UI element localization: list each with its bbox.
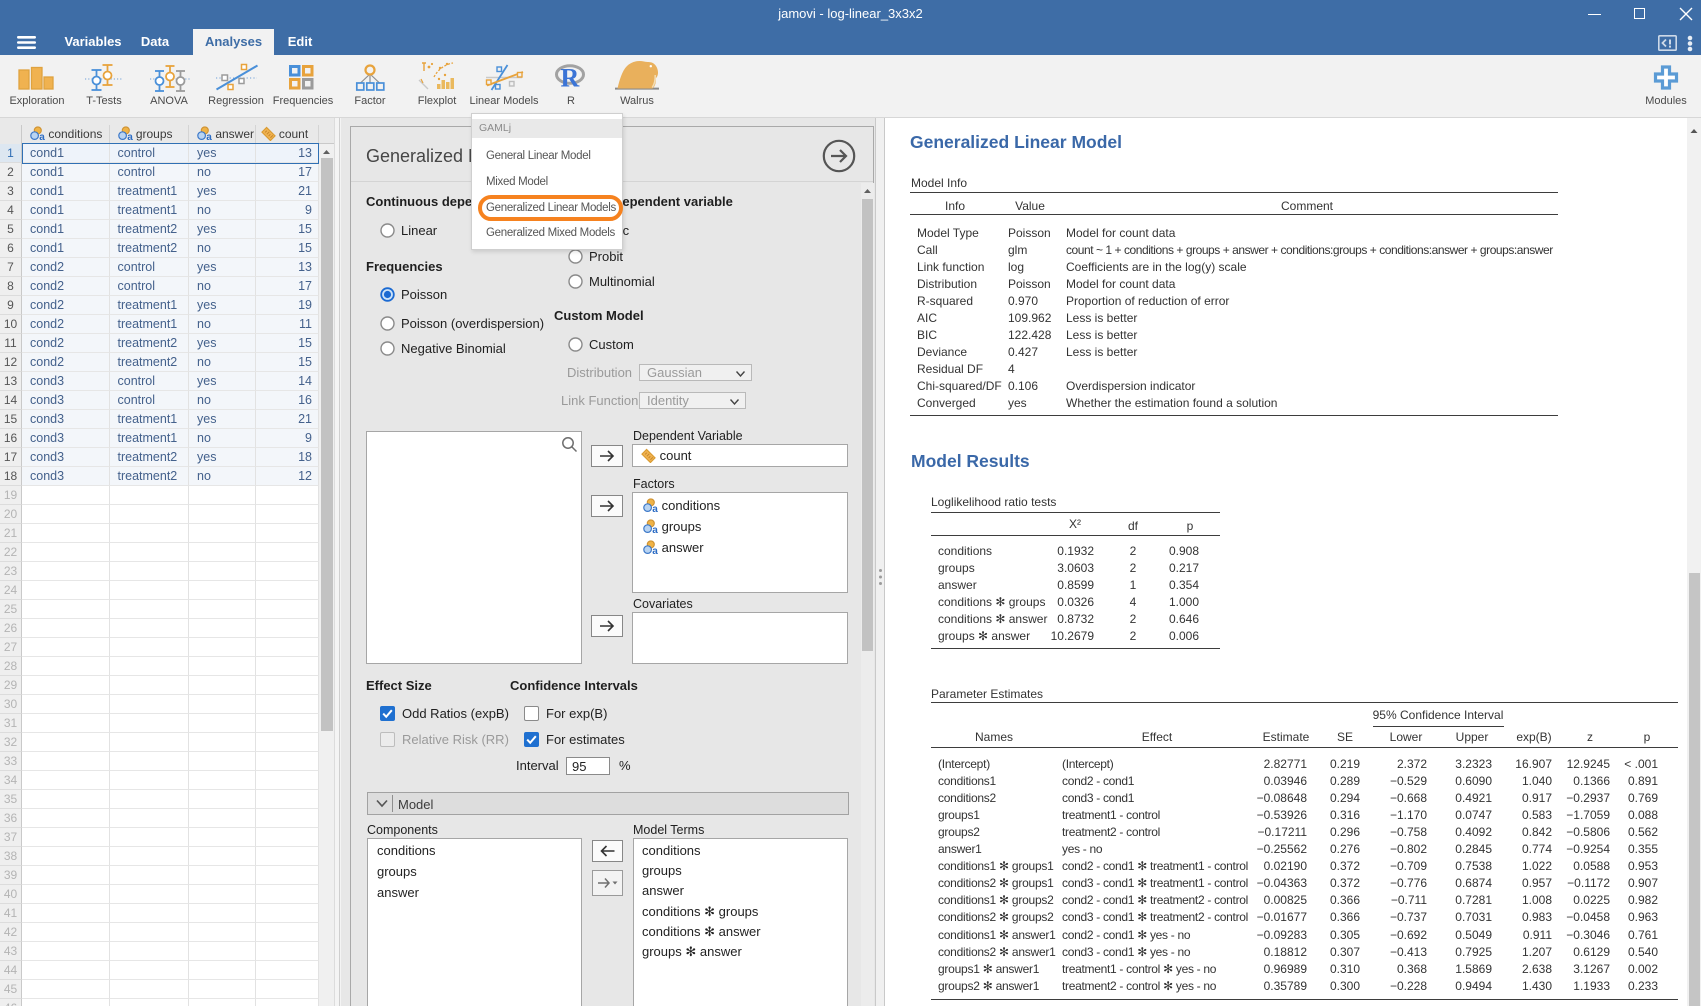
svg-text:a: a bbox=[652, 504, 658, 513]
svg-text:R: R bbox=[561, 64, 580, 93]
svg-text:a: a bbox=[206, 132, 212, 141]
svg-text:a: a bbox=[39, 132, 45, 141]
svg-text:a: a bbox=[127, 132, 133, 141]
svg-text:a: a bbox=[652, 546, 658, 555]
svg-text:a: a bbox=[652, 525, 658, 534]
